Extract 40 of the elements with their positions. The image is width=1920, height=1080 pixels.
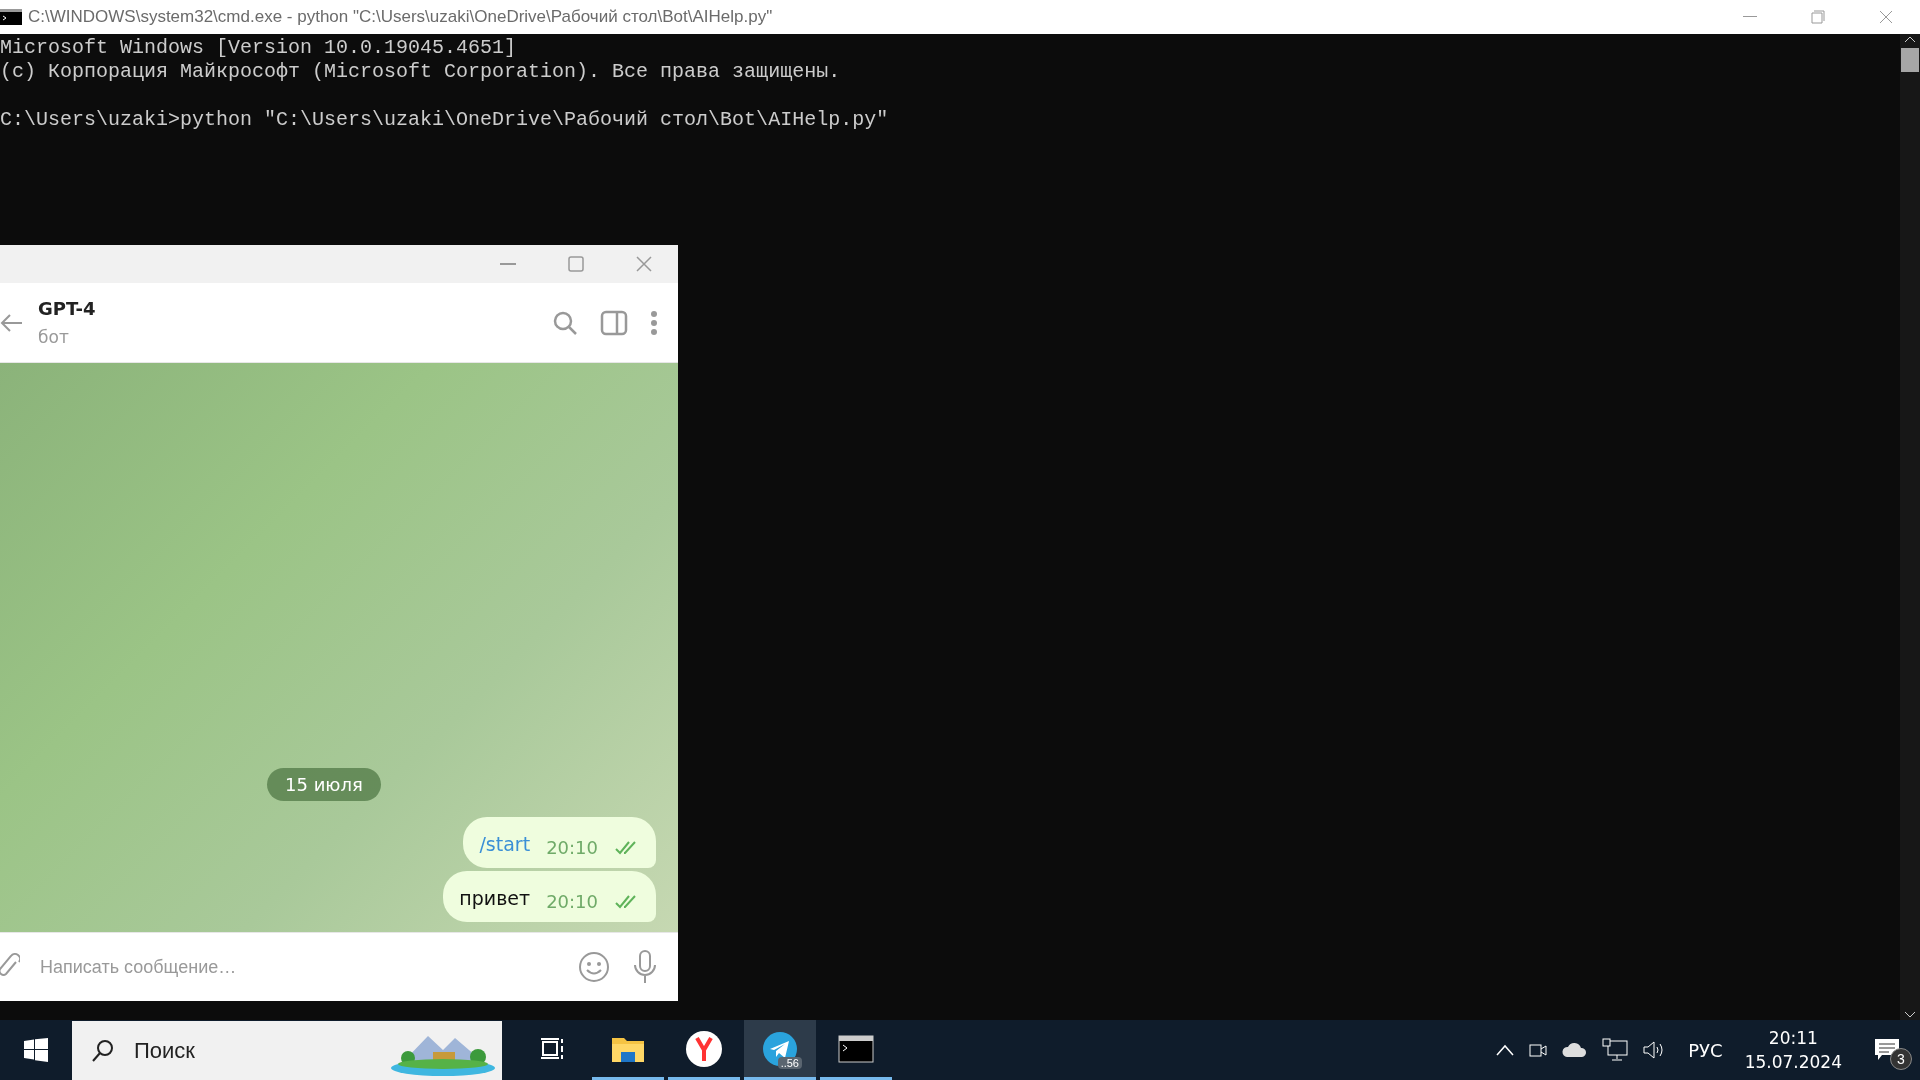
- microphone-icon[interactable]: [632, 949, 658, 985]
- task-view-icon: [539, 1036, 565, 1061]
- search-icon[interactable]: [552, 309, 578, 336]
- message-input[interactable]: Написать сообщение…: [38, 955, 578, 979]
- cloud-icon[interactable]: [1562, 1042, 1589, 1058]
- chat-name: GPT-4: [38, 298, 96, 319]
- windows-logo-icon[interactable]: [24, 1038, 48, 1062]
- window-title: C:\WINDOWS\system32\cmd.exe - python "C:\Users\uzaki\OneDrive\Рабочий стол\Bot\AIHelp.py": [28, 7, 773, 27]
- console-line: (c) Корпорация Майкрософт (Microsoft Corporation). Все права защищены.: [0, 60, 841, 84]
- maximize-icon[interactable]: [568, 256, 584, 272]
- network-icon[interactable]: [1602, 1038, 1629, 1062]
- unread-badge: ..56: [777, 1057, 802, 1069]
- chevron-up-icon[interactable]: [1496, 1044, 1515, 1056]
- clock[interactable]: 20:11 15.07.2024: [1744, 1028, 1842, 1072]
- close-icon[interactable]: [1879, 10, 1893, 24]
- search-field[interactable]: Поиск: [132, 1036, 336, 1065]
- message-text: привет: [459, 886, 531, 909]
- sidebar-icon[interactable]: [600, 309, 628, 336]
- message-time: 20:10: [546, 891, 598, 912]
- scrollbar[interactable]: [1900, 34, 1920, 1020]
- restore-icon[interactable]: [1811, 10, 1825, 24]
- more-icon[interactable]: [650, 309, 658, 336]
- back-arrow-icon[interactable]: [0, 312, 24, 333]
- console-command: C:\Users\uzaki>python "C:\Users\uzaki\OneDrive\Рабочий стол\Bot\AIHelp.py": [0, 108, 889, 132]
- scroll-down-icon[interactable]: [1904, 1010, 1916, 1020]
- language-indicator[interactable]: РУС: [1688, 1039, 1723, 1061]
- emoji-icon[interactable]: [578, 951, 610, 983]
- chat-status: бот: [38, 327, 70, 347]
- date-label: 15 июля: [267, 768, 381, 801]
- search-icon: [90, 1037, 116, 1064]
- console-icon: [838, 1034, 874, 1063]
- close-icon[interactable]: [636, 256, 652, 272]
- notifications-button[interactable]: 3: [1874, 1030, 1910, 1070]
- browser-logo-icon: [685, 1029, 723, 1068]
- scroll-up-icon[interactable]: [1904, 34, 1916, 44]
- message-time: 20:10: [546, 837, 598, 858]
- scrollbar-thumb[interactable]: [1901, 48, 1919, 72]
- console-line: Microsoft Windows [Version 10.0.19045.4651]: [0, 36, 517, 60]
- taskbar-app-button[interactable]: ..56: [744, 1020, 816, 1080]
- minimize-icon[interactable]: [1743, 16, 1757, 18]
